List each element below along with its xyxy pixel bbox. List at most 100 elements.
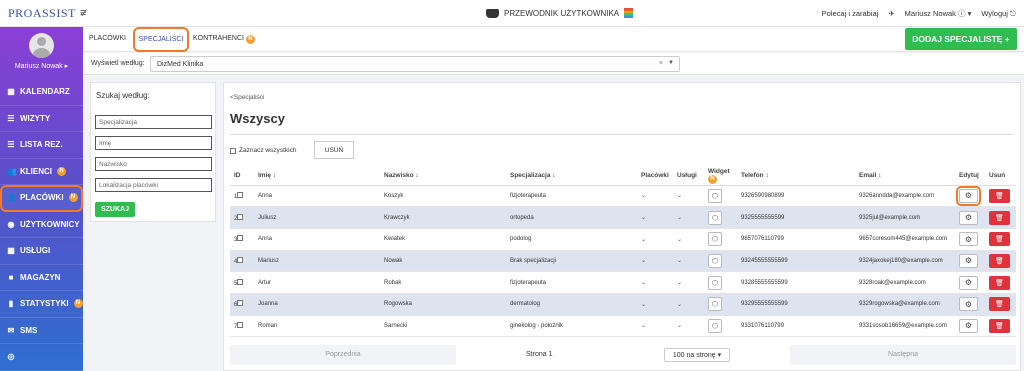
row-checkbox[interactable] <box>237 278 244 285</box>
avatar[interactable] <box>29 33 54 58</box>
locations-dropdown[interactable]: ⌄ <box>637 250 673 273</box>
select-all[interactable]: Zaznacz wszystkich <box>230 147 296 154</box>
chevron-down-icon[interactable]: ⌄ <box>677 258 682 264</box>
col-last-name[interactable]: Nazwisko ↕ <box>380 167 506 186</box>
chevron-down-icon[interactable]: ⌄ <box>641 237 646 243</box>
trash-icon[interactable]: 🗑 <box>989 232 1010 247</box>
sidebar-item-magazyn[interactable]: ■ MAGAZYN <box>0 265 83 291</box>
row-checkbox[interactable] <box>237 213 244 220</box>
gear-icon[interactable]: ⚙ <box>959 275 978 290</box>
row-checkbox[interactable] <box>237 256 244 263</box>
sidebar-item-lista-rez[interactable]: ☰ LISTA REZ. <box>0 132 83 159</box>
delete-selected-button[interactable]: USUŃ <box>314 141 354 159</box>
services-dropdown[interactable]: ⌄ <box>673 250 704 273</box>
widget-icon[interactable]: ⬡ <box>708 318 722 333</box>
services-dropdown[interactable]: ⌄ <box>673 271 704 294</box>
sidebar-item-placowki[interactable]: 👤 PLACÓWKI N <box>0 185 83 212</box>
widget-icon[interactable]: ⬡ <box>708 297 722 312</box>
services-dropdown[interactable]: ⌄ <box>673 206 704 229</box>
sidebar-item-help[interactable]: ◎ <box>0 344 83 371</box>
widget-icon[interactable]: ⬡ <box>708 253 722 268</box>
first-name-input[interactable]: Imię <box>95 136 212 150</box>
prev-page-button[interactable]: Poprzednia <box>230 345 456 365</box>
locations-dropdown[interactable]: ⌄ <box>637 271 673 294</box>
chevron-down-icon[interactable]: ⌄ <box>677 193 682 199</box>
clear-icon[interactable]: × <box>659 60 663 67</box>
widget-icon[interactable]: ⬡ <box>708 275 722 290</box>
recommend-link[interactable]: Polecaj i zarabiaj <box>822 9 879 18</box>
sidebar-user-name[interactable]: Mariusz Nowak ▸ <box>0 62 83 70</box>
tab-specjalisci[interactable]: SPECJALIŚCI <box>133 27 189 52</box>
select-all-checkbox[interactable] <box>230 147 236 154</box>
trash-icon[interactable]: 🗑 <box>989 297 1010 312</box>
chevron-down-icon[interactable]: ⌄ <box>677 237 682 243</box>
gear-icon[interactable]: ⚙ <box>959 210 978 225</box>
services-dropdown[interactable]: ⌄ <box>673 185 704 208</box>
sidebar-item-statystyki[interactable]: ▮ STATYSTYKI N <box>0 291 83 318</box>
sidebar-item-uslugi[interactable]: ▦ USŁUGI <box>0 238 83 265</box>
breadcrumb[interactable]: <Specjaliści <box>230 94 265 101</box>
chevron-down-icon[interactable]: ▼ <box>668 60 674 66</box>
locations-dropdown[interactable]: ⌄ <box>637 293 673 316</box>
chevron-down-icon[interactable]: ⌄ <box>641 258 646 264</box>
trash-icon[interactable]: 🗑 <box>989 188 1010 203</box>
services-dropdown[interactable]: ⌄ <box>673 293 704 316</box>
tab-placowki[interactable]: PLACÓWKI <box>89 35 126 42</box>
chevron-down-icon[interactable]: ⌄ <box>677 323 682 329</box>
chevron-down-icon[interactable]: ⌄ <box>677 215 682 221</box>
chevron-down-icon[interactable]: ⌄ <box>641 280 646 286</box>
col-first-name[interactable]: Imię ↕ <box>254 167 380 186</box>
row-checkbox[interactable] <box>237 321 244 328</box>
per-page-select[interactable]: 100 na stronę ▾ <box>664 348 730 362</box>
widget-icon[interactable]: ⬡ <box>708 210 722 225</box>
last-name-input[interactable]: Nazwisko <box>95 157 212 171</box>
trash-icon[interactable]: 🗑 <box>989 275 1010 290</box>
chevron-down-icon[interactable]: ⌄ <box>641 215 646 221</box>
gear-icon[interactable]: ⚙ <box>959 297 978 312</box>
search-button[interactable]: SZUKAJ <box>95 202 135 217</box>
locations-dropdown[interactable]: ⌄ <box>637 206 673 229</box>
col-specialization[interactable]: Specjalizacja ↕ <box>506 167 637 186</box>
trash-icon[interactable]: 🗑 <box>989 253 1010 268</box>
trash-icon[interactable]: 🗑 <box>989 210 1010 225</box>
logout-link[interactable]: Wyloguj ⎋ <box>981 9 1016 19</box>
gear-icon[interactable]: ⚙ <box>959 318 978 333</box>
row-checkbox[interactable] <box>237 235 244 242</box>
gear-icon[interactable]: ⚙ <box>956 185 981 206</box>
trash-icon[interactable]: 🗑 <box>989 318 1010 333</box>
logo[interactable]: PROASSIST ✓ <box>8 6 90 21</box>
next-page-button[interactable]: Następna <box>790 345 1016 365</box>
col-email[interactable]: Email ↕ <box>855 167 955 186</box>
user-guide-link[interactable]: PRZEWODNIK UŻYTKOWNIKA <box>486 8 634 18</box>
sidebar-item-uzytkownicy[interactable]: ◉ UŻYTKOWNICY <box>0 212 83 238</box>
row-checkbox[interactable] <box>237 300 244 307</box>
chevron-down-icon[interactable]: ⌄ <box>677 302 682 308</box>
chevron-down-icon[interactable]: ⌄ <box>641 323 646 329</box>
chevron-down-icon[interactable]: ⌄ <box>641 302 646 308</box>
tab-kontrahenci[interactable]: KONTRAHENCI N <box>193 35 255 44</box>
widget-icon[interactable]: ⬡ <box>708 232 722 247</box>
services-dropdown[interactable]: ⌄ <box>673 228 704 251</box>
locations-dropdown[interactable]: ⌄ <box>637 228 673 251</box>
locations-dropdown[interactable]: ⌄ <box>637 185 673 208</box>
sidebar-item-kalendarz[interactable]: ▦ KALENDARZ <box>0 79 83 106</box>
clinic-select[interactable]: DizMed Klinika × ▼ <box>150 56 680 72</box>
gear-icon[interactable]: ⚙ <box>959 232 978 247</box>
add-specialist-button[interactable]: DODAJ SPECJALISTĘ + <box>905 28 1017 50</box>
sidebar-item-wizyty[interactable]: ☰ WIZYTY <box>0 106 83 132</box>
row-checkbox[interactable] <box>237 191 244 198</box>
col-phone[interactable]: Telefon ↕ <box>737 167 855 186</box>
gear-icon[interactable]: ⚙ <box>959 253 978 268</box>
locations-dropdown[interactable]: ⌄ <box>637 315 673 338</box>
services-dropdown[interactable]: ⌄ <box>673 315 704 338</box>
chevron-down-icon[interactable]: ⌄ <box>641 193 646 199</box>
sidebar-item-sms[interactable]: ✉ SMS <box>0 318 83 344</box>
sidebar-item-klienci[interactable]: 👥 KLIENCI N <box>0 159 83 185</box>
col-locations: Placówki <box>637 167 673 186</box>
widget-icon[interactable]: ⬡ <box>708 188 722 203</box>
menu-icon[interactable]: ≡ <box>80 7 86 19</box>
user-menu[interactable]: Mariusz Nowak ⓘ ▾ <box>905 8 972 19</box>
location-input[interactable]: Lokalizacja placówki <box>95 178 212 192</box>
specialization-input[interactable]: Specjalizacja <box>95 115 212 129</box>
chevron-down-icon[interactable]: ⌄ <box>677 280 682 286</box>
